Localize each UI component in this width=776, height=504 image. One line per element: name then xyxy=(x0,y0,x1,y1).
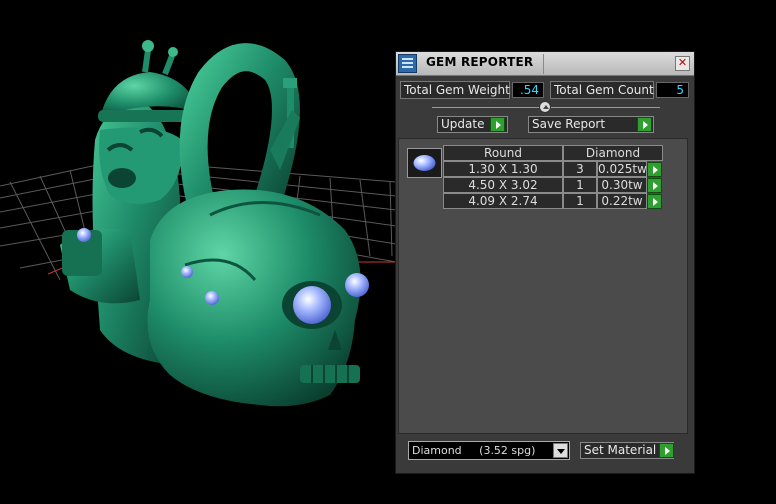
total-gem-weight-label: Total Gem Weight xyxy=(400,81,510,99)
row-2-size: 4.50 X 3.02 xyxy=(443,177,563,193)
total-gem-count-value: 5 xyxy=(656,82,689,98)
temple-gem[interactable] xyxy=(181,266,193,278)
panel-slider-knob[interactable] xyxy=(539,101,551,113)
panel-title: GEM REPORTER xyxy=(426,55,534,69)
row-1-go-icon[interactable] xyxy=(647,162,662,177)
panel-titlebar[interactable]: GEM REPORTER ✕ xyxy=(396,52,694,76)
jewelry-model[interactable] xyxy=(60,40,369,407)
save-report-button-label: Save Report xyxy=(532,117,606,131)
title-separator xyxy=(543,54,544,74)
row-3-weight: 0.22tw xyxy=(597,193,647,209)
save-report-button[interactable]: Save Report xyxy=(528,116,654,133)
material-select[interactable]: Diamond (3.52 spg) xyxy=(408,441,570,460)
row-1-weight: 0.025tw xyxy=(597,161,647,177)
row-2-go-icon[interactable] xyxy=(647,178,662,193)
set-material-button-label: Set Material xyxy=(584,443,657,457)
row-2-count: 1 xyxy=(563,177,597,193)
screen: GEM REPORTER ✕ Total Gem Weight .54 Tota… xyxy=(0,0,776,504)
set-material-go-icon[interactable] xyxy=(659,443,674,458)
total-gem-count-label: Total Gem Count xyxy=(550,81,654,99)
round-diamond-thumbnail[interactable] xyxy=(407,148,442,178)
chevron-down-icon[interactable] xyxy=(553,443,568,458)
skull-eye-gem[interactable] xyxy=(293,286,331,324)
row-1-size: 1.30 X 1.30 xyxy=(443,161,563,177)
cheek-gem[interactable] xyxy=(205,291,219,305)
viewport-canvas[interactable] xyxy=(0,0,396,504)
total-gem-weight-value: .54 xyxy=(512,82,544,98)
gem-report-list[interactable]: Round Diamond 1.30 X 1.30 3 0.025tw 4.50… xyxy=(398,138,688,434)
row-2-weight: 0.30tw xyxy=(597,177,647,193)
row-3-count: 1 xyxy=(563,193,597,209)
update-go-icon[interactable] xyxy=(490,117,505,132)
save-report-go-icon[interactable] xyxy=(637,117,652,132)
header-shape: Round xyxy=(443,145,563,161)
header-material: Diamond xyxy=(563,145,663,161)
skull-side-gem[interactable] xyxy=(345,273,369,297)
close-icon[interactable]: ✕ xyxy=(675,56,690,71)
row-3-size: 4.09 X 2.74 xyxy=(443,193,563,209)
material-select-value: Diamond (3.52 spg) xyxy=(412,444,536,457)
3d-viewport[interactable] xyxy=(0,0,396,504)
row-3-go-icon[interactable] xyxy=(647,194,662,209)
gem-reporter-panel: GEM REPORTER ✕ Total Gem Weight .54 Tota… xyxy=(395,51,695,474)
row-1-count: 3 xyxy=(563,161,597,177)
update-button-label: Update xyxy=(441,117,485,131)
gem-reporter-icon xyxy=(398,54,417,73)
